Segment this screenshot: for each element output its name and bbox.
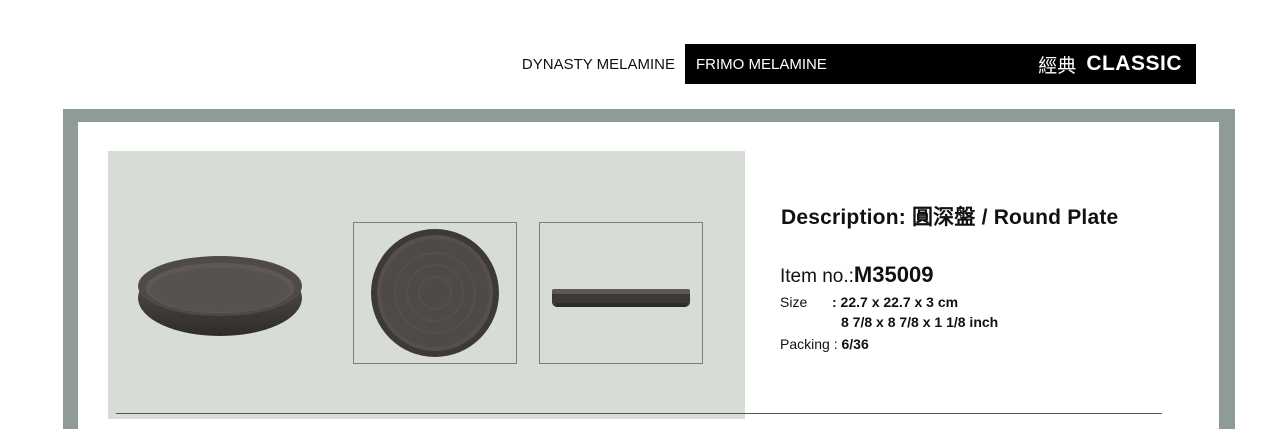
brand-dynasty-label: DYNASTY MELAMINE xyxy=(521,55,675,73)
description-label: Description: xyxy=(781,206,906,229)
size-metric: Size : 22.7 x 22.7 x 3 cm xyxy=(780,294,958,310)
plate-top-view-box xyxy=(353,222,517,364)
item-number: Item no.:M35009 xyxy=(780,262,933,288)
item-code: M35009 xyxy=(853,262,934,287)
packing-value: 6/36 xyxy=(841,336,869,352)
size-label: Size xyxy=(780,294,808,310)
size-metric-value: : 22.7 x 22.7 x 3 cm xyxy=(832,294,959,310)
series-title: 經典 CLASSIC xyxy=(1038,51,1182,78)
header-bar: FRIMO MELAMINE 經典 CLASSIC xyxy=(685,44,1196,84)
description-en: / Round Plate xyxy=(981,206,1119,229)
packing-label: Packing : xyxy=(780,336,838,352)
series-title-cn: 經典 xyxy=(1038,54,1077,77)
brand-dynasty-melamine[interactable]: DYNASTY MELAMINE xyxy=(500,44,685,84)
size-imperial: 8 7/8 x 8 7/8 x 1 1/8 inch xyxy=(841,314,998,330)
size-imperial-value: 8 7/8 x 8 7/8 x 1 1/8 inch xyxy=(841,314,999,330)
description-cn: 圓深盤 xyxy=(911,205,976,229)
plate-angle-view xyxy=(130,250,310,340)
product-description: Description: 圓深盤 / Round Plate xyxy=(781,201,1118,231)
divider xyxy=(116,413,1162,414)
packing: Packing : 6/36 xyxy=(780,336,869,352)
plate-top-view xyxy=(371,229,499,357)
item-label: Item no.: xyxy=(780,266,854,287)
brand-frimo-melamine[interactable]: FRIMO MELAMINE xyxy=(696,56,827,73)
series-title-en: CLASSIC xyxy=(1086,52,1182,75)
plate-side-view-box xyxy=(539,222,703,364)
plate-side-view xyxy=(552,289,690,307)
